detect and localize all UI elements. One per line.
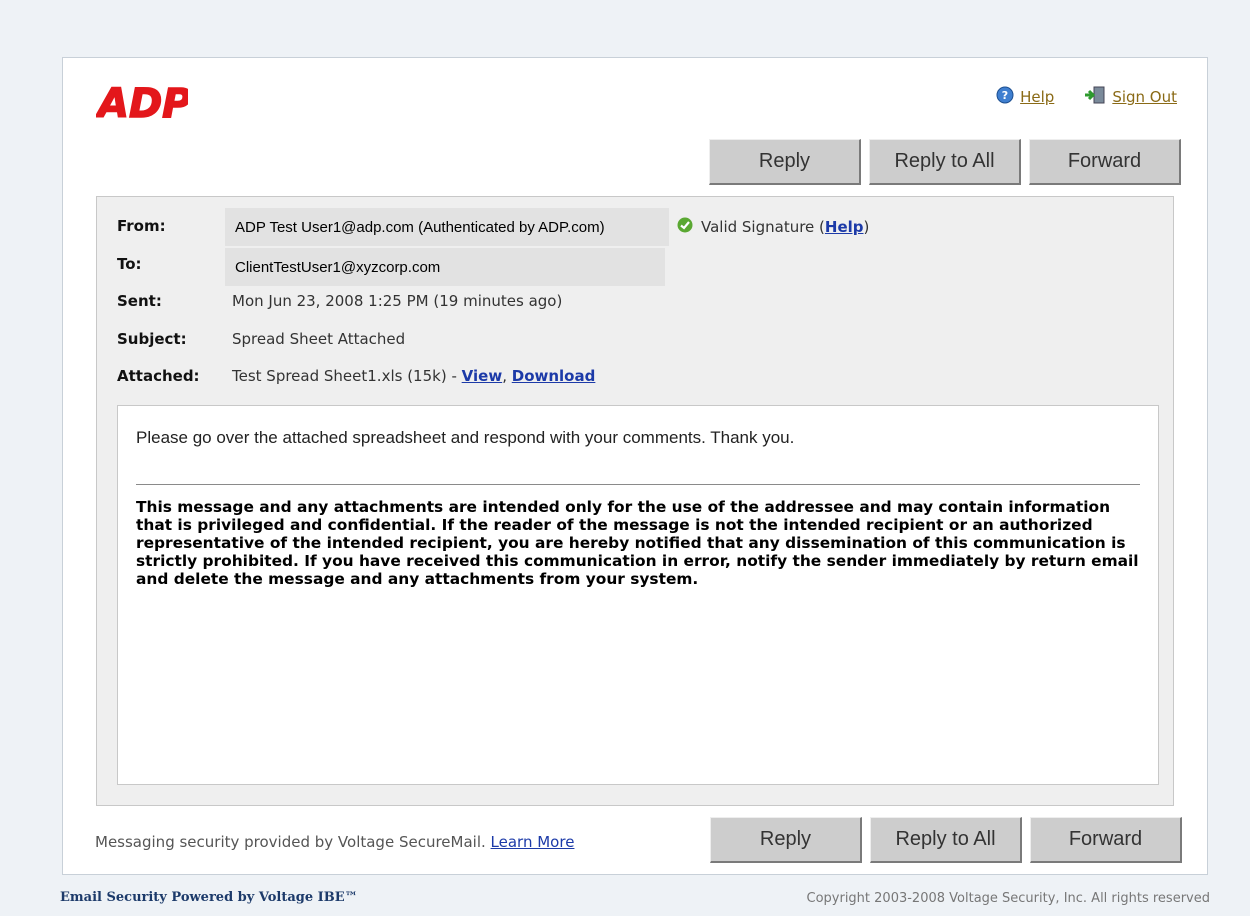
comma-separator: , xyxy=(502,367,507,385)
sent-label: Sent: xyxy=(117,292,162,310)
subject-value: Spread Sheet Attached xyxy=(232,330,406,348)
powered-by: Email Security Powered by Voltage IBE™ xyxy=(60,890,358,905)
signature-text: Valid Signature xyxy=(701,218,815,236)
signature-status: Valid Signature (Help) xyxy=(677,217,869,237)
sent-value: Mon Jun 23, 2008 1:25 PM (19 minutes ago… xyxy=(232,292,563,310)
view-link[interactable]: View xyxy=(462,367,503,385)
message-text: Please go over the attached spreadsheet … xyxy=(136,428,795,447)
help-label: Help xyxy=(1020,88,1055,106)
help-link[interactable]: ? Help xyxy=(996,86,1054,108)
forward-button-bottom[interactable]: Forward xyxy=(1030,817,1182,863)
help-icon: ? xyxy=(996,86,1014,108)
divider xyxy=(136,484,1140,485)
signature-help-link[interactable]: Help xyxy=(825,218,864,236)
disclaimer-text: This message and any attachments are int… xyxy=(136,498,1139,588)
message-body: Please go over the attached spreadsheet … xyxy=(117,405,1159,785)
top-action-buttons: Reply Reply to All Forward xyxy=(709,139,1181,185)
download-link[interactable]: Download xyxy=(512,367,596,385)
from-label: From: xyxy=(117,217,166,235)
svg-text:?: ? xyxy=(1002,89,1008,102)
to-value: ClientTestUser1@xyzcorp.com xyxy=(225,248,665,286)
sign-out-icon xyxy=(1084,86,1106,108)
learn-more-link[interactable]: Learn More xyxy=(491,833,575,851)
security-note-text: Messaging security provided by Voltage S… xyxy=(95,833,486,851)
svg-text:ADP: ADP xyxy=(96,81,188,123)
sign-out-label: Sign Out xyxy=(1112,88,1177,106)
adp-logo: ADP xyxy=(94,79,192,128)
sign-out-link[interactable]: Sign Out xyxy=(1084,86,1177,108)
reply-all-button-bottom[interactable]: Reply to All xyxy=(870,817,1022,863)
attachment-file: Test Spread Sheet1.xls (15k) - xyxy=(232,367,457,385)
from-value: ADP Test User1@adp.com (Authenticated by… xyxy=(225,208,669,246)
message-container: From: ADP Test User1@adp.com (Authentica… xyxy=(96,196,1174,806)
security-note: Messaging security provided by Voltage S… xyxy=(95,833,574,851)
check-icon xyxy=(677,217,693,237)
subject-label: Subject: xyxy=(117,330,187,348)
top-links: ? Help Sign Out xyxy=(996,86,1177,108)
reply-all-button[interactable]: Reply to All xyxy=(869,139,1021,185)
bottom-action-buttons: Reply Reply to All Forward xyxy=(710,817,1182,863)
attachment-info: Test Spread Sheet1.xls (15k) - View, Dow… xyxy=(232,367,595,385)
to-label: To: xyxy=(117,255,142,273)
message-panel: ADP ? Help Sign Out Reply Reply to All F… xyxy=(62,57,1208,875)
forward-button[interactable]: Forward xyxy=(1029,139,1181,185)
reply-button[interactable]: Reply xyxy=(709,139,861,185)
attached-label: Attached: xyxy=(117,367,200,385)
copyright: Copyright 2003-2008 Voltage Security, In… xyxy=(806,891,1211,906)
reply-button-bottom[interactable]: Reply xyxy=(710,817,862,863)
